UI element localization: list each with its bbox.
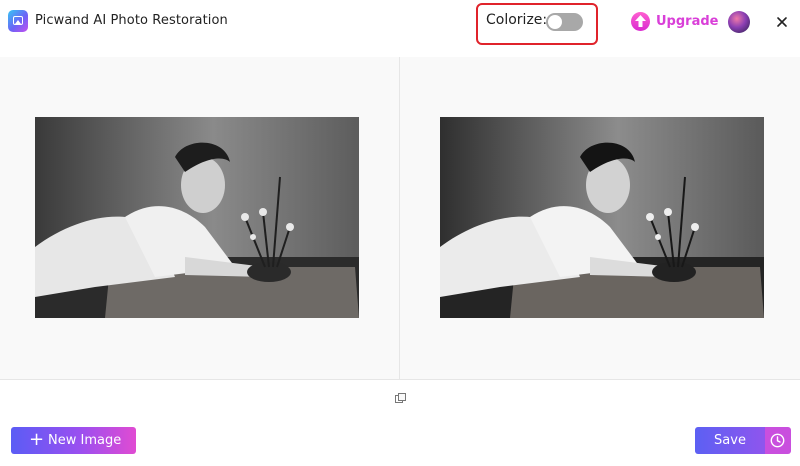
upgrade-arrow-icon[interactable]	[631, 12, 650, 31]
app-header: Picwand AI Photo Restoration Colorize: U…	[0, 0, 800, 45]
new-image-button[interactable]: + New Image	[11, 427, 136, 454]
user-avatar[interactable]	[728, 11, 750, 33]
restored-photo	[440, 117, 764, 318]
close-icon[interactable]	[772, 12, 792, 32]
workspace-bottom-border	[0, 379, 800, 380]
colorize-toggle[interactable]	[546, 13, 583, 31]
app-logo-icon	[8, 10, 28, 32]
comparison-divider[interactable]	[399, 57, 400, 379]
upgrade-button[interactable]: Upgrade	[656, 14, 718, 29]
app-title: Picwand AI Photo Restoration	[35, 13, 228, 28]
original-photo	[35, 117, 359, 318]
clock-icon	[770, 433, 785, 448]
plus-icon: +	[29, 429, 45, 450]
history-clock-button[interactable]	[765, 427, 791, 454]
toggle-knob	[548, 15, 562, 29]
new-image-label: New Image	[48, 433, 122, 448]
compare-icon[interactable]	[395, 388, 406, 403]
save-label: Save	[714, 433, 746, 448]
save-button[interactable]: Save	[695, 427, 765, 454]
colorize-label: Colorize:	[486, 12, 548, 28]
